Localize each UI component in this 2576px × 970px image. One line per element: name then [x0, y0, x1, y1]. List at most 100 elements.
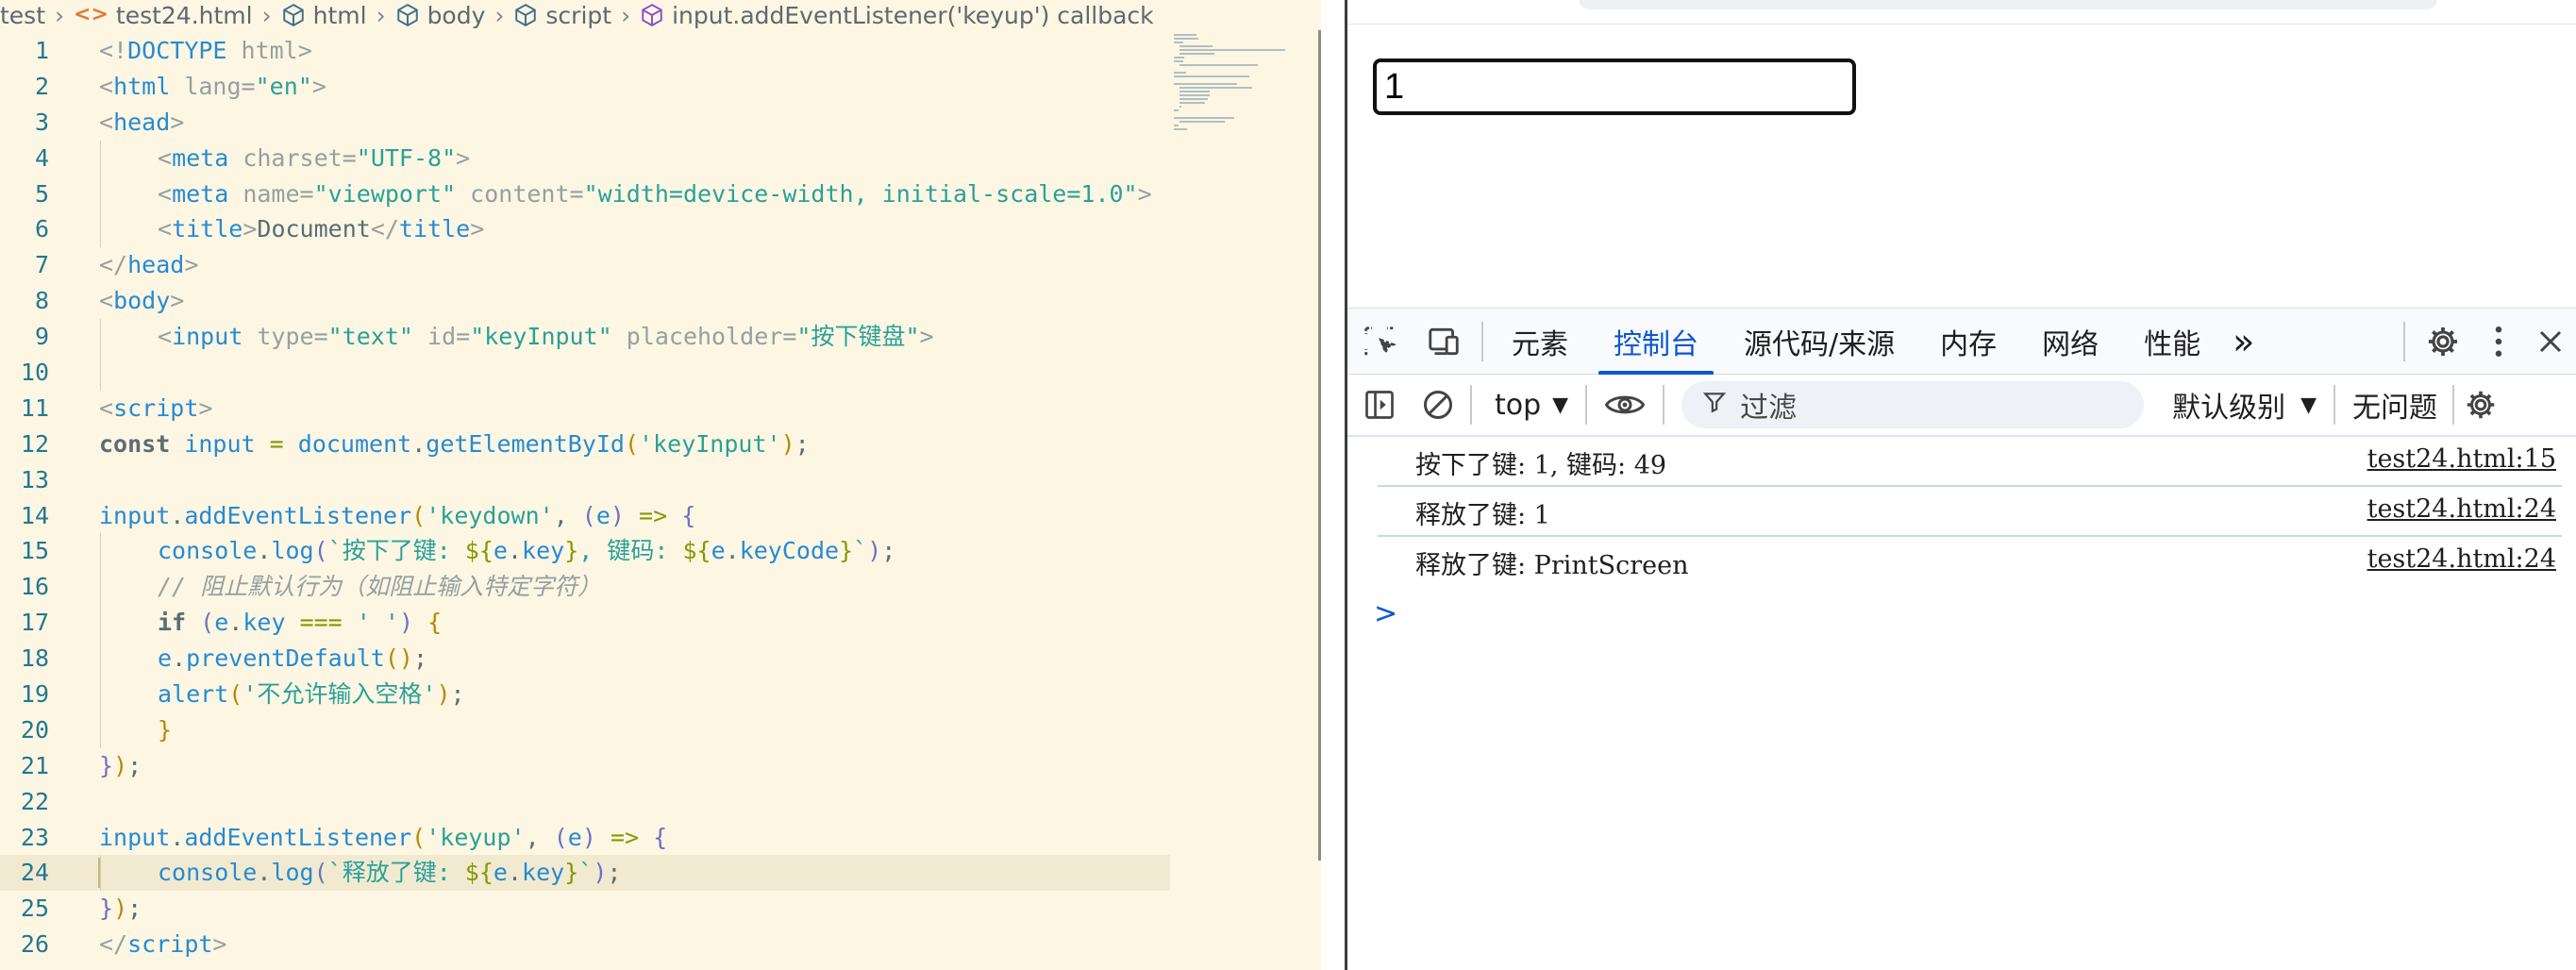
code-text: }	[158, 712, 172, 748]
line-number: 2	[34, 72, 49, 100]
console-message-source-link[interactable]: test24.html:15	[2367, 444, 2556, 474]
divider	[2333, 385, 2336, 425]
code-line[interactable]: 20}	[0, 711, 1170, 748]
code-token: )	[867, 537, 882, 565]
code-line[interactable]: 14 input.addEventListener('keydown', (e) …	[0, 498, 1170, 534]
code-token: }	[564, 859, 579, 887]
clear-console-icon[interactable]	[1412, 372, 1464, 438]
breadcrumb-item-folder[interactable]: test	[0, 2, 45, 29]
tab-elements[interactable]: 元素	[1489, 309, 1591, 375]
console-message-source-link[interactable]: test24.html:24	[2367, 544, 2556, 574]
code-line[interactable]: 2 <html lang="en">	[0, 69, 1170, 105]
code-line[interactable]: 17 if (e.key === ' ') {	[0, 605, 1170, 642]
code-line[interactable]: 15 console.log(`按下了键: ${e.key}, 键码: ${e.k…	[0, 533, 1170, 570]
code-line[interactable]: 13	[0, 462, 1170, 498]
line-number: 6	[34, 215, 49, 243]
code-token: e	[711, 537, 726, 565]
code-token: ()	[384, 644, 413, 673]
minimap-line	[1174, 128, 1188, 130]
text-cursor	[98, 858, 100, 889]
line-number: 17	[20, 609, 49, 637]
breadcrumb-item-file[interactable]: <> test24.html	[74, 2, 253, 29]
code-line[interactable]: 9 <input type="text" id="keyInput" placeh…	[0, 319, 1170, 356]
address-pill[interactable]	[1579, 0, 2437, 9]
indent-guide	[100, 355, 101, 391]
code-token: </	[99, 930, 128, 959]
console-settings-gear-icon[interactable]	[2460, 372, 2501, 438]
code-line[interactable]: 5 <meta name="viewport" content="width=de…	[0, 176, 1170, 212]
code-line[interactable]: 16 // 阻止默认行为（如阻止输入特定字符）	[0, 569, 1170, 606]
eye-icon[interactable]	[1593, 372, 1657, 438]
code-editor[interactable]: test › <> test24.html › html › body › sc…	[0, 0, 1321, 970]
minimap[interactable]	[1170, 30, 1321, 970]
code-token: }	[99, 895, 114, 923]
key-input[interactable]: 1	[1373, 59, 1856, 115]
code-line[interactable]: 7 </head>	[0, 247, 1170, 283]
breadcrumb-item-html[interactable]: html	[281, 2, 367, 29]
code-line[interactable]: 19 alert('不允许输入空格');	[0, 677, 1170, 712]
chevron-right-icon: ›	[261, 1, 272, 29]
minimap-line	[1174, 34, 1196, 36]
code-token: ;	[450, 680, 465, 709]
code-token: keyCode	[739, 537, 840, 565]
code-line[interactable]: 26 </script>	[0, 927, 1170, 962]
editor-scrollbar[interactable]	[1318, 30, 1321, 861]
code-line[interactable]: 8 <body>	[0, 283, 1170, 319]
log-level-dropdown[interactable]: 默认级别 ▼	[2172, 384, 2317, 426]
code-text: alert('不允许输入空格');	[158, 677, 465, 712]
code-line[interactable]: 11 <script>	[0, 391, 1170, 426]
close-icon[interactable]	[2522, 309, 2576, 375]
code-line[interactable]: 18 e.preventDefault();	[0, 641, 1170, 677]
console-prompt[interactable]: >	[1374, 597, 1397, 630]
issues-button[interactable]: 无问题	[2352, 384, 2437, 426]
tab-memory[interactable]: 内存	[1917, 309, 2019, 375]
line-number: 11	[20, 393, 49, 422]
tab-network[interactable]: 网络	[2019, 309, 2121, 375]
minimap-line	[1179, 64, 1259, 66]
breadcrumb-item-body[interactable]: body	[395, 2, 485, 29]
code-token: html	[226, 37, 298, 64]
code-line[interactable]: 3 <head>	[0, 105, 1170, 141]
code-line[interactable]: 6 <title>Document</title>	[0, 211, 1170, 248]
filter-input[interactable]: 过滤	[1681, 381, 2145, 428]
breadcrumb-item-script[interactable]: script	[513, 2, 611, 29]
code-line[interactable]: 12 const input = document.getElementById(…	[0, 426, 1170, 462]
code-text: </head>	[99, 247, 198, 283]
code-token: 'keyup'	[426, 823, 526, 851]
minimap-line	[1174, 60, 1183, 62]
more-tabs-icon[interactable]: »	[2223, 309, 2264, 375]
code-token: >	[297, 37, 312, 64]
code-token: <	[158, 215, 173, 243]
context-selector[interactable]: top ▼	[1478, 389, 1580, 422]
code-line[interactable]: 22	[0, 784, 1170, 820]
breadcrumb-label: test	[0, 1, 46, 29]
code-line[interactable]: 10	[0, 355, 1170, 391]
inspect-element-icon[interactable]	[1347, 309, 1412, 375]
line-number: 15	[20, 537, 49, 565]
console-message-source-link[interactable]: test24.html:24	[2367, 494, 2556, 524]
breadcrumb-item-callback[interactable]: input.addEventListener('keyup') callback	[640, 2, 1154, 29]
code-line[interactable]: 21});	[0, 748, 1170, 784]
code-token: title	[172, 215, 243, 243]
code-token: alert	[158, 680, 229, 709]
code-token: `	[853, 537, 868, 565]
code-line[interactable]: 25});	[0, 891, 1170, 927]
code-line[interactable]: 24 console.log(`释放了键: ${e.key}`);	[0, 855, 1170, 892]
code-area[interactable]: 1 <!DOCTYPE html> 2 <html lang="en"> 3 <head>…	[0, 33, 1170, 962]
indent-guide	[100, 641, 101, 677]
tab-sources[interactable]: 源代码/来源	[1721, 309, 1917, 375]
settings-gear-icon[interactable]	[2411, 309, 2475, 375]
minimap-line	[1179, 49, 1285, 51]
code-line[interactable]: 23 input.addEventListener('keyup', (e) =>…	[0, 820, 1170, 856]
code-token: getElementById	[426, 429, 625, 458]
code-line[interactable]: 1 <!DOCTYPE html>	[0, 33, 1170, 69]
sidebar-toggle-icon[interactable]	[1347, 372, 1412, 438]
code-line[interactable]: 4 <meta charset="UTF-8">	[0, 140, 1170, 176]
code-token: key	[522, 859, 565, 887]
device-toolbar-icon[interactable]	[1412, 309, 1476, 375]
kebab-menu-icon[interactable]	[2475, 309, 2522, 375]
tab-console[interactable]: 控制台	[1591, 309, 1721, 375]
tab-performance[interactable]: 性能	[2121, 309, 2223, 375]
